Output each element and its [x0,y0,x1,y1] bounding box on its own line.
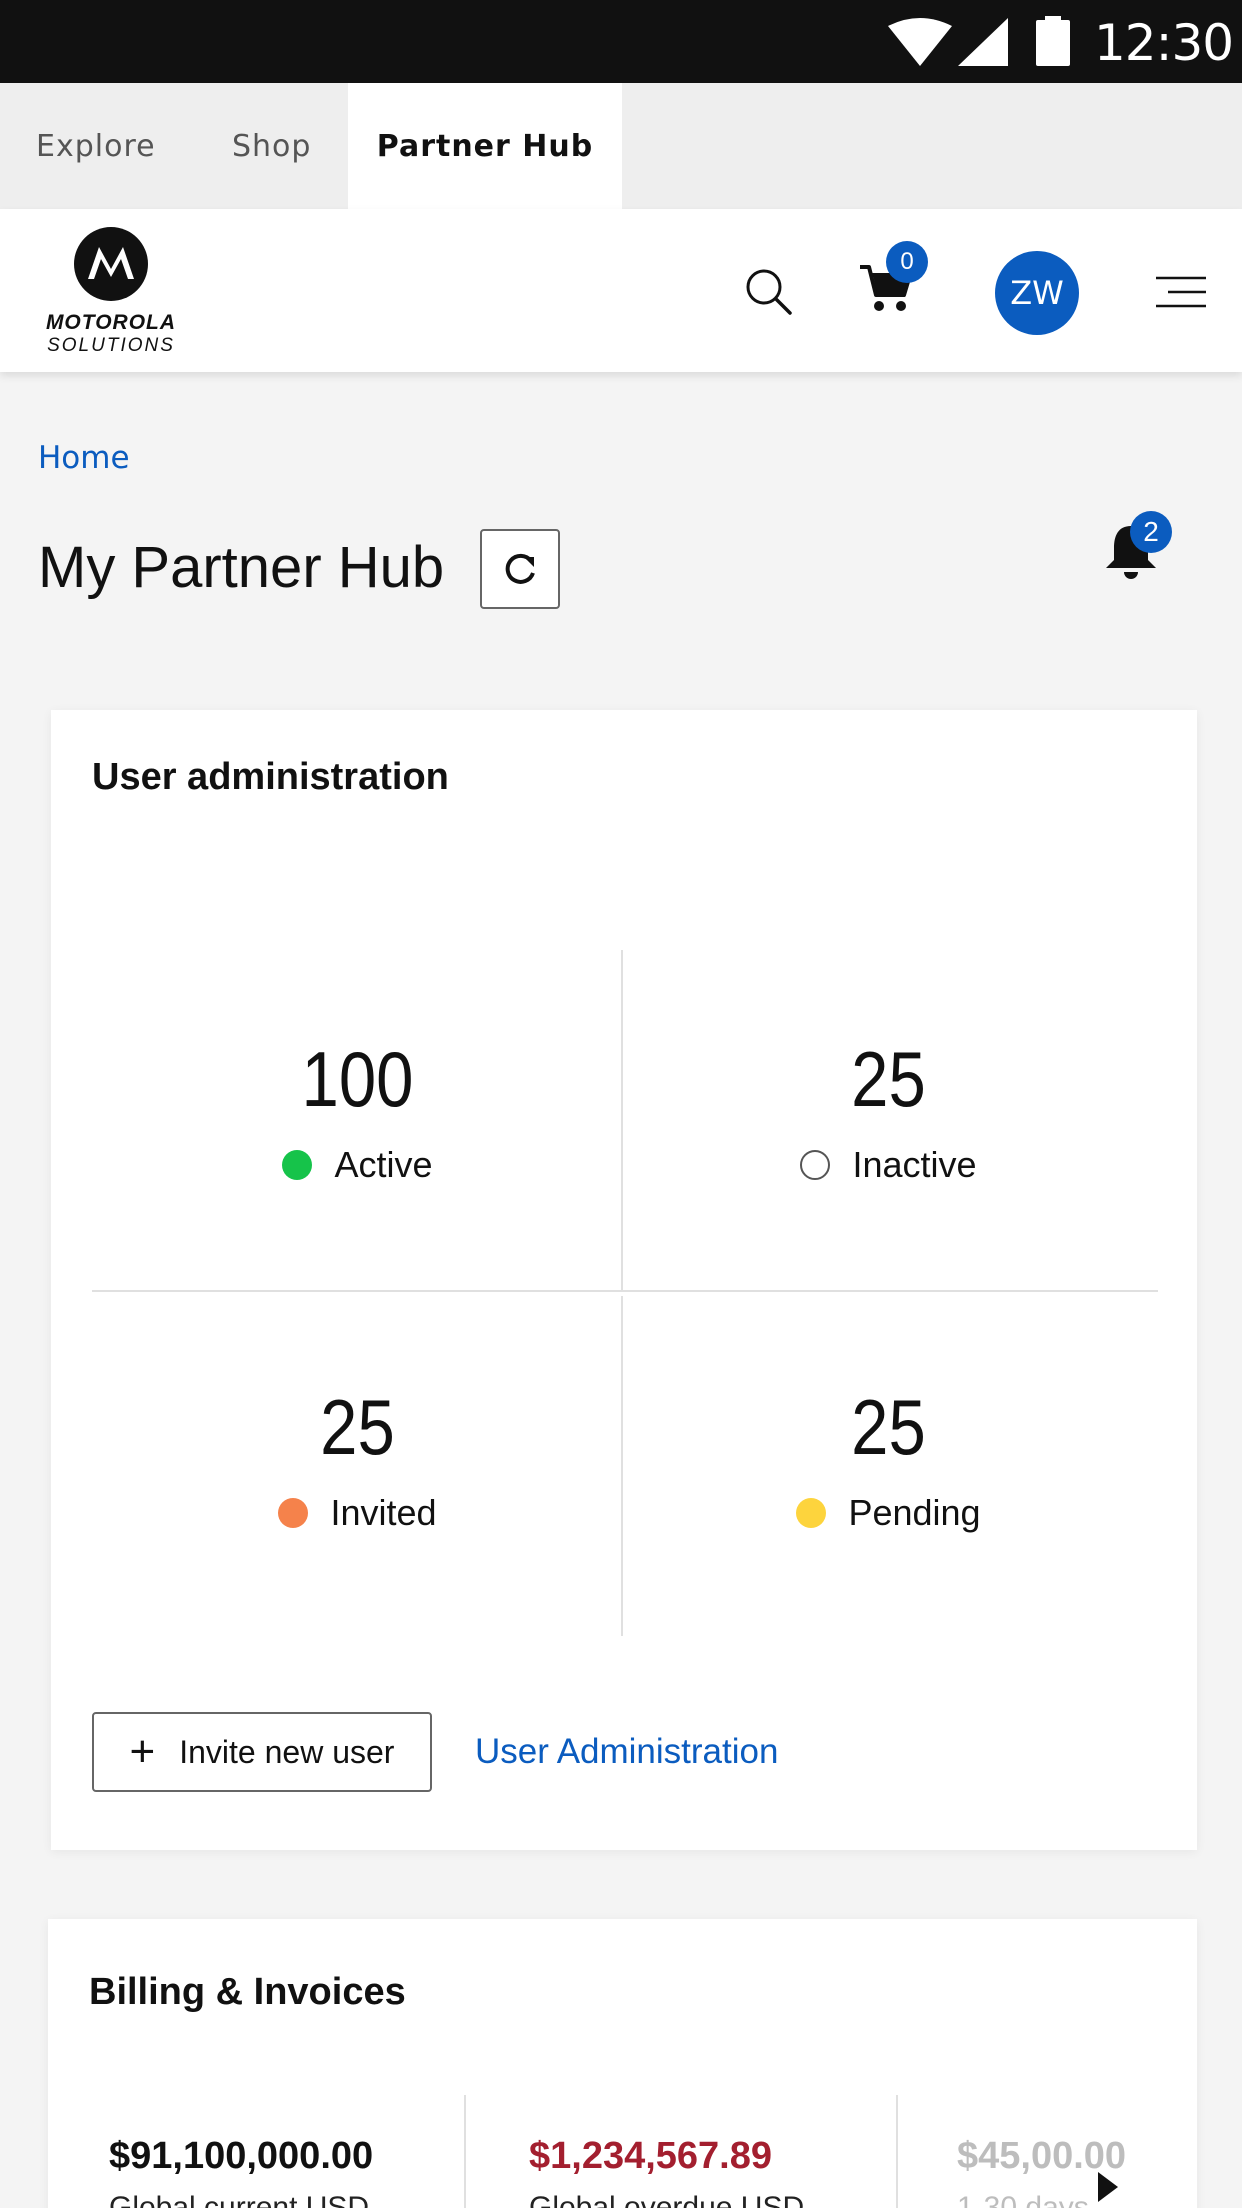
stat-pending-label: Pending [848,1492,981,1533]
tab-explore[interactable]: Explore [0,83,200,209]
user-administration-card: User administration 100 Active 25 Inacti… [51,710,1197,1850]
status-bar: 12:30 [0,0,1242,83]
top-tabs: Explore Shop Partner Hub [0,83,1242,209]
user-avatar[interactable]: ZW [995,251,1079,335]
notification-count-badge: 2 [1130,511,1172,553]
refresh-button[interactable] [480,529,560,609]
stat-invited-label: Invited [330,1492,437,1533]
wifi-icon [888,18,952,66]
tab-partner-hub[interactable]: Partner Hub [348,83,622,209]
invited-status-dot [278,1498,309,1528]
hamburger-menu-icon[interactable] [1156,275,1206,309]
cellular-signal-icon [958,18,1008,66]
billing-invoices-card: Billing & Invoices $91,100,000.00 Global… [48,1919,1197,2208]
stat-inactive[interactable]: 25 Inactive [623,1040,1154,1186]
motorola-solutions-logo[interactable]: MOTOROLA SOLUTIONS [36,227,186,357]
stat-invited-value: 25 [320,1383,395,1471]
breadcrumb-home[interactable]: Home [38,440,130,476]
tab-shop[interactable]: Shop [200,83,348,209]
status-time: 12:30 [1094,14,1234,72]
user-administration-link[interactable]: User Administration [475,1732,778,1772]
logo-text-secondary: SOLUTIONS [47,335,175,356]
site-header: MOTOROLA SOLUTIONS 0 ZW [0,209,1242,372]
stat-active-value: 100 [301,1035,414,1123]
page-title: My Partner Hub [38,535,445,600]
stat-pending-value: 25 [851,1383,926,1471]
plus-icon: + [129,1727,156,1776]
refresh-icon [505,553,535,584]
stat-inactive-label: Inactive [852,1144,977,1185]
stat-inactive-value: 25 [851,1035,926,1123]
billing-divider [896,2095,898,2208]
logo-text-primary: MOTOROLA [45,311,177,334]
billing-divider [464,2095,466,2208]
billing-current-label: Global current USD [109,2191,370,2208]
stat-active-label: Active [334,1144,433,1185]
inactive-status-dot [800,1150,831,1180]
stat-divider-horizontal [92,1290,1158,1292]
carousel-next-arrow-icon[interactable] [1098,2172,1118,2202]
motorola-logo-icon [74,227,148,301]
invite-new-user-label: Invite new user [179,1733,395,1770]
stat-pending[interactable]: 25 Pending [623,1388,1154,1534]
user-administration-title: User administration [92,756,449,798]
billing-aging-label: 1-30 days [957,2191,1089,2208]
cart-count-badge: 0 [886,241,928,283]
invite-new-user-button[interactable]: + Invite new user [92,1712,432,1792]
billing-invoices-title: Billing & Invoices [89,1971,406,2013]
search-icon[interactable] [744,267,794,317]
billing-overdue-label: Global overdue USD [529,2191,805,2208]
battery-icon [1036,16,1070,66]
stat-invited[interactable]: 25 Invited [92,1388,623,1534]
billing-overdue-amount[interactable]: $1,234,567.89 [529,2135,772,2178]
billing-aging-amount[interactable]: $45,00.00 [957,2135,1197,2178]
billing-current-amount[interactable]: $91,100,000.00 [109,2135,373,2178]
stat-active[interactable]: 100 Active [92,1040,623,1186]
active-status-dot [282,1150,313,1180]
pending-status-dot [796,1498,827,1528]
